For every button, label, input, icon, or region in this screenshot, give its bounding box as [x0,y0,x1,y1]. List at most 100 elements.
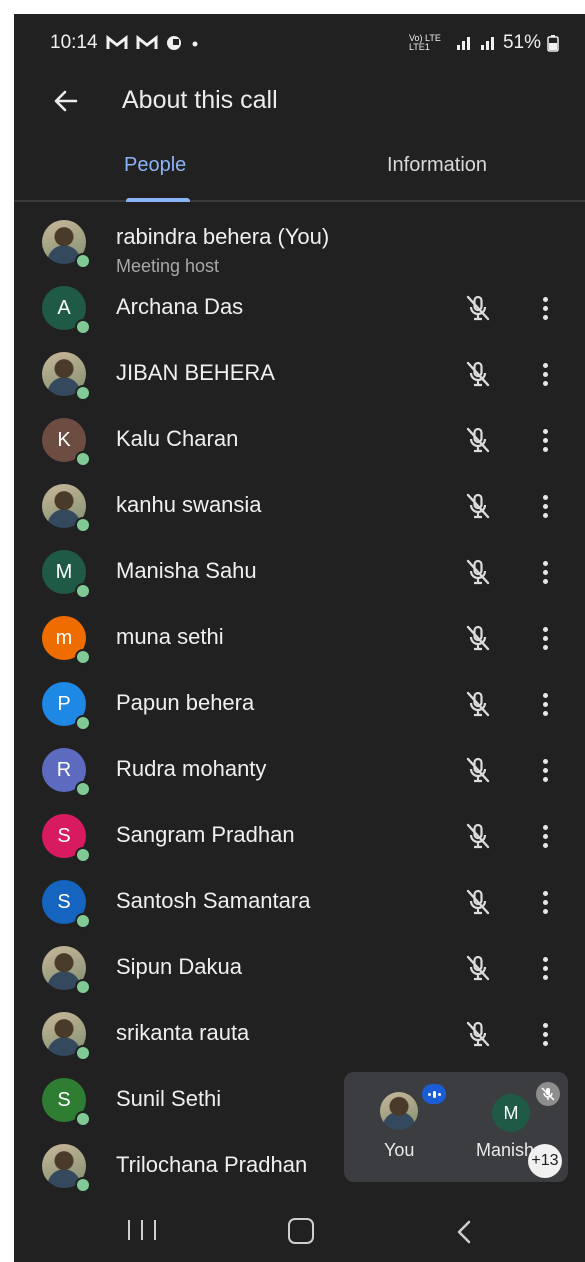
mic-off-icon[interactable] [462,556,494,588]
online-indicator [75,451,91,467]
online-indicator [75,1111,91,1127]
participant-row[interactable]: M Manisha Sahu [14,540,585,606]
gmail-icon [136,35,158,49]
mic-off-icon[interactable] [462,358,494,390]
more-options-icon[interactable] [530,1018,560,1050]
arrow-left-icon[interactable] [50,86,80,116]
speaking-indicator-icon [422,1084,446,1104]
back-icon[interactable] [452,1218,476,1246]
more-options-icon[interactable] [530,688,560,720]
participant-name: JIBAN BEHERA [116,360,275,385]
participant-name: rabindra behera (You) [116,224,330,249]
mic-off-icon[interactable] [462,754,494,786]
participant-name: Trilochana Pradhan [116,1152,308,1177]
home-icon[interactable] [288,1218,314,1244]
participant-name: Santosh Samantara [116,888,311,913]
mic-off-icon[interactable] [462,490,494,522]
status-left: 10:14 [50,32,200,54]
picture-in-picture-panel[interactable]: You M Manish +13 [344,1072,568,1182]
participant-row[interactable]: A Archana Das [14,276,585,342]
network-text: Vo) LTE LTE1 [408,33,441,52]
tab-bar: People Information [14,154,585,202]
more-options-icon[interactable] [530,820,560,852]
online-indicator [75,979,91,995]
participant-row[interactable]: P Papun behera [14,672,585,738]
participant-row[interactable]: Sipun Dakua [14,936,585,1002]
participant-row-host[interactable]: rabindra behera (You) Meeting host [14,210,585,276]
more-options-icon[interactable] [530,622,560,654]
mic-off-icon[interactable] [462,1018,494,1050]
more-options-icon[interactable] [530,556,560,588]
online-indicator [75,847,91,863]
more-options-icon[interactable] [530,292,560,324]
signal-icon [456,37,470,50]
participant-name: Sunil Sethi [116,1086,222,1111]
more-options-icon[interactable] [530,886,560,918]
online-indicator [75,781,91,797]
participant-role: Meeting host [116,256,220,276]
participant-row[interactable]: srikanta rauta [14,1002,585,1068]
online-indicator [75,319,91,335]
pip-you-label: You [384,1140,415,1160]
mic-off-icon[interactable] [462,886,494,918]
system-nav-bar [14,1210,585,1262]
signal-icon [480,37,494,50]
app-bar: About this call [14,84,585,140]
battery-icon [547,35,559,52]
tab-information[interactable]: Information [387,154,487,177]
online-indicator [75,649,91,665]
mic-off-icon[interactable] [462,952,494,984]
pip-participant-avatar: M [492,1094,530,1132]
online-indicator [75,1045,91,1061]
mic-off-icon[interactable] [462,688,494,720]
mic-off-icon [536,1082,560,1106]
participant-row[interactable]: R Rudra mohanty [14,738,585,804]
gmail-icon [106,35,128,49]
participant-row[interactable]: kanhu swansia [14,474,585,540]
more-options-icon[interactable] [530,754,560,786]
participant-name: Sangram Pradhan [116,822,295,847]
status-time: 10:14 [50,32,98,53]
mic-off-icon[interactable] [462,424,494,456]
participant-row[interactable]: JIBAN BEHERA [14,342,585,408]
participant-name: Kalu Charan [116,426,239,451]
status-bar: 10:14 Vo) LTE LTE1 51% [14,32,585,62]
pip-participant-label: Manish [476,1140,535,1160]
participant-name: kanhu swansia [116,492,262,517]
more-options-icon[interactable] [530,952,560,984]
participant-name: Papun behera [116,690,255,715]
participant-name: srikanta rauta [116,1020,250,1045]
online-indicator [75,253,91,269]
recents-icon[interactable] [128,1220,156,1250]
participant-row[interactable]: S Sangram Pradhan [14,804,585,870]
participant-name: Manisha Sahu [116,558,257,583]
mic-off-icon[interactable] [462,622,494,654]
online-indicator [75,913,91,929]
participant-row[interactable]: m muna sethi [14,606,585,672]
more-participants-badge[interactable]: +13 [528,1144,562,1178]
tab-people[interactable]: People [124,154,186,177]
online-indicator [75,1177,91,1193]
mic-off-icon[interactable] [462,820,494,852]
more-options-icon[interactable] [530,424,560,456]
participant-row[interactable]: K Kalu Charan [14,408,585,474]
online-indicator [75,583,91,599]
participant-name: Sipun Dakua [116,954,242,979]
pip-you-avatar [380,1092,418,1130]
more-options-icon[interactable] [530,490,560,522]
mic-off-icon[interactable] [462,292,494,324]
participant-name: muna sethi [116,624,224,649]
online-indicator [75,715,91,731]
online-indicator [75,517,91,533]
participant-name: Archana Das [116,294,244,319]
online-indicator [75,385,91,401]
more-options-icon[interactable] [530,358,560,390]
participant-row[interactable]: S Santosh Samantara [14,870,585,936]
dot-icon [192,41,198,47]
phone-screen: 10:14 Vo) LTE LTE1 51% About this call P… [14,14,585,1262]
participant-name: Rudra mohanty [116,756,267,781]
chat-icon [166,36,181,50]
battery-text: 51% [502,32,541,53]
tab-indicator [126,198,190,202]
status-right: Vo) LTE LTE1 51% [409,32,559,54]
